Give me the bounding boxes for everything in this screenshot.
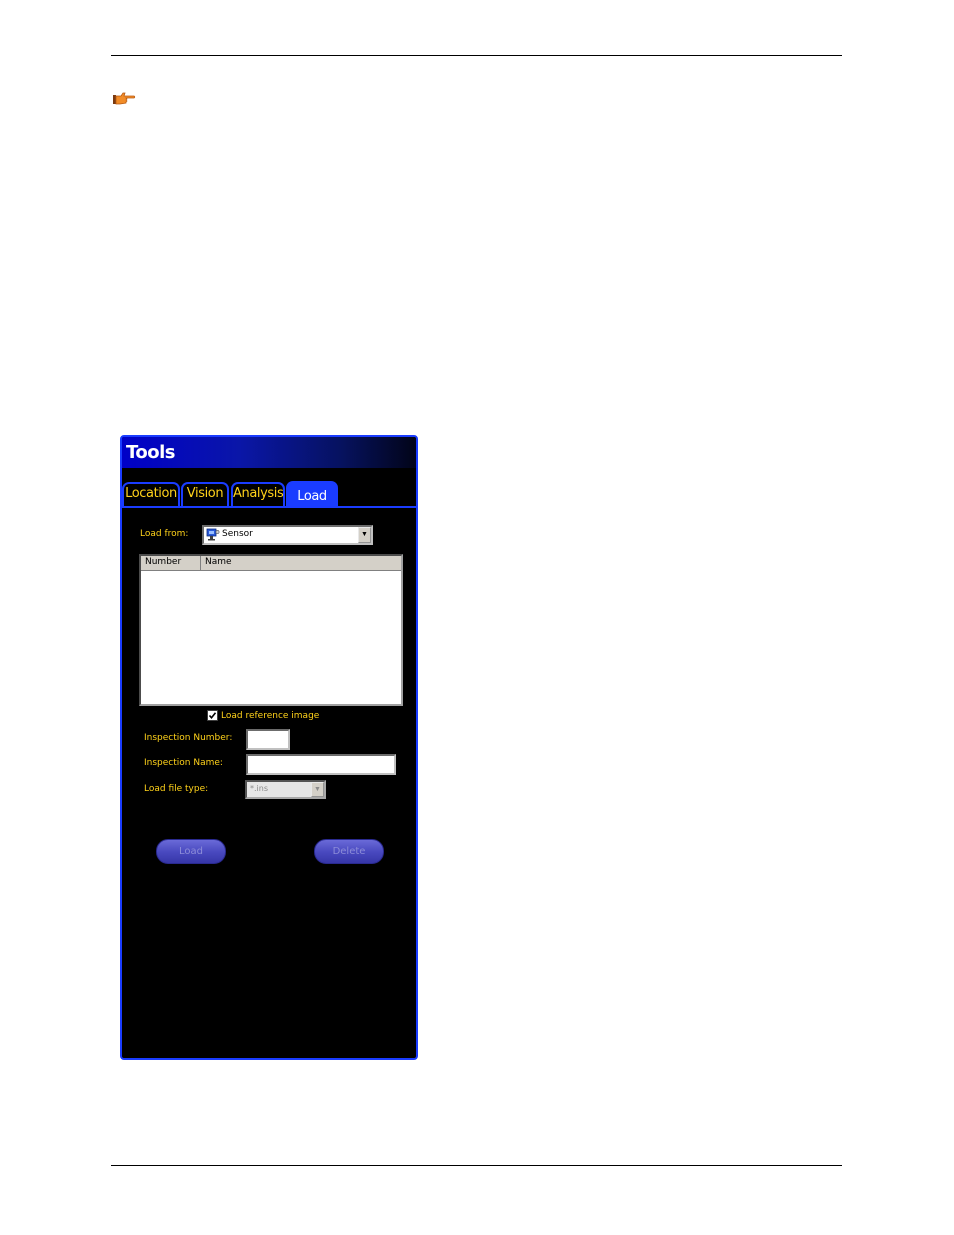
tab-load[interactable]: Load: [286, 481, 338, 508]
tools-window: Tools Location Vision Analysis Load Load…: [120, 435, 418, 1060]
load-reference-image-label: Load reference image: [221, 711, 320, 721]
tab-location[interactable]: Location: [122, 482, 180, 506]
window-title: Tools: [126, 442, 176, 463]
column-header-number[interactable]: Number: [141, 556, 201, 570]
load-file-type-label: Load file type:: [144, 784, 209, 794]
chevron-down-icon[interactable]: ▼: [311, 782, 324, 797]
inspection-name-label: Inspection Name:: [144, 758, 223, 768]
list-header: Number Name: [141, 556, 401, 571]
inspection-list[interactable]: Number Name: [139, 554, 403, 706]
load-file-type-select[interactable]: *.ins ▼: [245, 780, 326, 799]
load-from-select[interactable]: Sensor ▼: [202, 525, 373, 545]
chevron-down-icon[interactable]: ▼: [358, 527, 371, 543]
load-from-label: Load from:: [140, 529, 189, 539]
load-file-type-value: *.ins: [250, 784, 269, 793]
load-reference-image-checkbox[interactable]: [207, 710, 218, 721]
delete-button[interactable]: Delete: [314, 839, 384, 864]
pointing-hand-icon: [113, 92, 136, 105]
tab-vision[interactable]: Vision: [181, 482, 229, 506]
inspection-number-input[interactable]: [246, 729, 290, 750]
checkmark-icon: [208, 712, 217, 720]
inspection-name-input[interactable]: [246, 754, 396, 775]
title-bar: Tools: [122, 437, 416, 468]
sensor-icon: [206, 528, 220, 541]
column-header-name[interactable]: Name: [201, 556, 401, 570]
tab-strip: Location Vision Analysis Load: [122, 481, 416, 510]
load-button[interactable]: Load: [156, 839, 226, 864]
footer-rule: [111, 1165, 842, 1166]
load-from-value: Sensor: [222, 529, 253, 539]
header-rule: [111, 55, 842, 56]
tab-analysis[interactable]: Analysis: [231, 482, 285, 506]
inspection-number-label: Inspection Number:: [144, 733, 233, 743]
